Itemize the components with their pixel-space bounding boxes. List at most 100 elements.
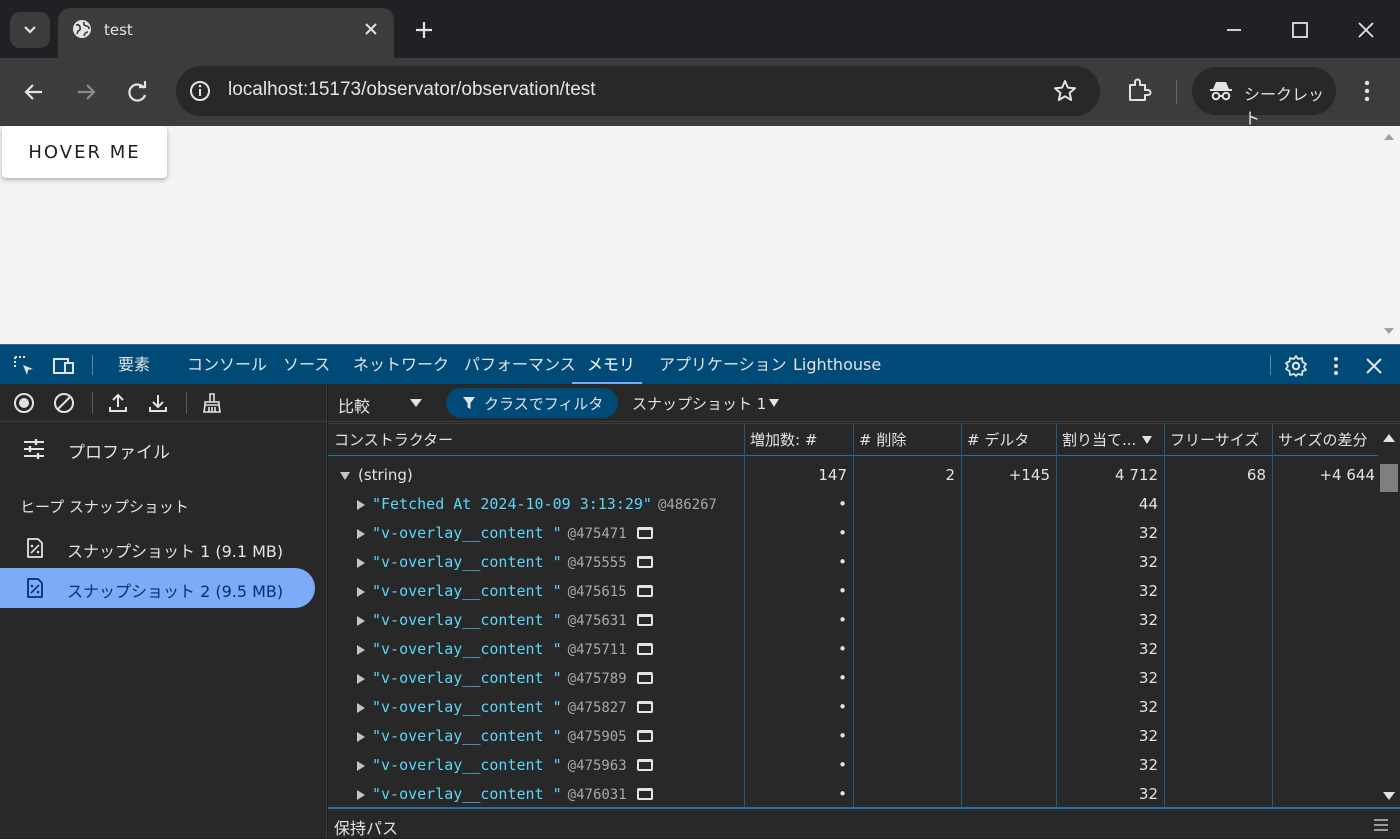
bookmark-star-icon[interactable] — [1052, 78, 1078, 104]
table-row[interactable]: "v-overlay__content " @475711 • 32 — [328, 635, 1378, 664]
scroll-down-arrow-icon[interactable] — [1384, 328, 1394, 334]
back-icon[interactable] — [18, 76, 50, 108]
base-snapshot-label: スナップショット 1 — [632, 395, 767, 413]
chevron-down-icon — [24, 26, 36, 34]
column-deleted-count[interactable]: # 削除 — [853, 424, 961, 456]
table-row[interactable]: "v-overlay__content " @475963 • 32 — [328, 751, 1378, 780]
upload-icon[interactable] — [106, 391, 130, 415]
tab-memory[interactable]: メモリ — [587, 345, 635, 385]
alloc-size-cell: 32 — [1138, 582, 1158, 600]
more-menu-icon[interactable] — [1354, 76, 1380, 106]
new-count-cell: • — [838, 582, 847, 600]
string-literal: "Fetched At 2024-10-09 3:13:29" — [372, 495, 652, 513]
devtools-menu-icon[interactable] — [1324, 354, 1348, 378]
scroll-up-arrow-icon[interactable] — [1384, 134, 1394, 140]
hover-me-button[interactable]: HOVER ME — [2, 126, 167, 178]
incognito-label: シークレット — [1244, 85, 1325, 128]
settings-gear-icon[interactable] — [1284, 354, 1308, 378]
object-id: @476031 — [567, 787, 627, 803]
minimize-icon[interactable] — [1220, 16, 1248, 44]
window-icon — [636, 701, 653, 713]
new-count-cell: • — [838, 669, 847, 687]
column-delta[interactable]: # デルタ — [961, 424, 1056, 456]
table-row[interactable]: "v-overlay__content " @475615 • 32 — [328, 577, 1378, 606]
device-toolbar-icon[interactable] — [52, 354, 76, 378]
tab-elements[interactable]: 要素 — [118, 345, 150, 385]
tab-sources[interactable]: ソース — [283, 345, 330, 385]
forward-icon[interactable] — [70, 76, 102, 108]
garbage-collect-broom-icon[interactable] — [200, 391, 224, 415]
url-text[interactable]: localhost:15173/observator/observation/t… — [228, 79, 596, 101]
close-tab-icon[interactable] — [360, 18, 382, 40]
extensions-icon[interactable] — [1124, 76, 1154, 106]
scrollbar-thumb[interactable] — [1380, 464, 1398, 492]
string-value: "v-overlay__content " @475827 — [372, 693, 653, 722]
scroll-up-arrow-icon[interactable] — [1383, 434, 1395, 442]
table-row[interactable]: "v-overlay__content " @475905 • 32 — [328, 722, 1378, 751]
table-row[interactable]: "v-overlay__content " @476031 • 32 — [328, 780, 1378, 809]
address-bar[interactable]: localhost:15173/observator/observation/t… — [176, 66, 1100, 116]
column-size-delta[interactable]: サイズの差分 — [1272, 424, 1378, 456]
tab-console[interactable]: コンソール — [187, 345, 267, 385]
column-constructor[interactable]: コンストラクター — [328, 424, 744, 456]
column-new-count[interactable]: 増加数: # — [744, 424, 853, 456]
base-snapshot-select[interactable]: スナップショット 1 — [632, 393, 780, 414]
browser-tab[interactable]: test — [58, 8, 394, 58]
close-devtools-icon[interactable] — [1362, 354, 1386, 378]
download-icon[interactable] — [146, 391, 170, 415]
string-value: "v-overlay__content " @475905 — [372, 722, 653, 751]
alloc-size-cell: 32 — [1138, 611, 1158, 629]
string-value: "v-overlay__content " @475963 — [372, 751, 653, 780]
alloc-size-cell: 32 — [1138, 553, 1158, 571]
class-filter-button[interactable]: クラスでフィルタ — [446, 388, 618, 418]
column-alloc-size[interactable]: 割り当て... — [1056, 424, 1164, 456]
object-id: @475471 — [567, 526, 627, 542]
table-row[interactable]: "v-overlay__content " @475555 • 32 — [328, 548, 1378, 577]
table-row[interactable]: "Fetched At 2024-10-09 3:13:29" @486267 • 4… — [328, 490, 1378, 519]
group-row-string[interactable]: (string) 147 2 +145 4 712 68 +4 644 — [328, 461, 1378, 490]
table-row[interactable]: "v-overlay__content " @475631 • 32 — [328, 606, 1378, 635]
alloc-size-cell: 32 — [1138, 727, 1158, 745]
table-row[interactable]: "v-overlay__content " @475789 • 32 — [328, 664, 1378, 693]
object-id: @475615 — [567, 584, 627, 600]
window-icon — [636, 614, 653, 626]
view-mode-dropdown-icon[interactable] — [410, 399, 422, 407]
view-mode-select[interactable]: 比較 — [338, 393, 370, 417]
alloc-size-cell: 32 — [1138, 756, 1158, 774]
scroll-down-arrow-icon[interactable] — [1383, 792, 1395, 800]
new-tab-icon[interactable] — [410, 16, 438, 44]
maximize-icon[interactable] — [1286, 16, 1314, 44]
constructor-cell: "v-overlay__content " @475471 — [328, 519, 744, 548]
incognito-profile-button[interactable]: シークレット — [1192, 67, 1336, 128]
string-literal: "v-overlay__content " — [372, 785, 562, 803]
constructor-cell: "v-overlay__content " @475963 — [328, 751, 744, 780]
snapshot-item-2[interactable]: スナップショット 2 (9.5 MB) — [0, 568, 315, 608]
constructor-cell: "v-overlay__content " @475555 — [328, 548, 744, 577]
hamburger-menu-icon[interactable] — [1374, 819, 1388, 831]
object-id: @475555 — [567, 555, 627, 571]
inspect-element-icon[interactable] — [12, 354, 36, 378]
reload-icon[interactable] — [122, 76, 154, 108]
clear-icon[interactable] — [52, 391, 76, 415]
table-row[interactable]: "v-overlay__content " @475827 • 32 — [328, 693, 1378, 722]
collapse-triangle-icon[interactable] — [340, 472, 350, 480]
string-literal: "v-overlay__content " — [372, 524, 562, 542]
tab-performance[interactable]: パフォーマンス — [464, 345, 576, 385]
globe-icon — [73, 20, 91, 38]
tab-title: test — [104, 21, 133, 39]
tab-search-button[interactable] — [10, 12, 50, 48]
string-value: "v-overlay__content " @475555 — [372, 548, 653, 577]
close-window-icon[interactable] — [1352, 16, 1380, 44]
tab-application[interactable]: アプリケーション — [659, 345, 787, 385]
column-freed-size[interactable]: フリーサイズ — [1164, 424, 1272, 456]
tab-network[interactable]: ネットワーク — [353, 345, 449, 385]
grid-scrollbar[interactable] — [1378, 424, 1400, 808]
table-row[interactable]: "v-overlay__content " @475471 • 32 — [328, 519, 1378, 548]
site-info-icon[interactable] — [188, 79, 212, 103]
record-icon[interactable] — [12, 391, 36, 415]
string-literal: "v-overlay__content " — [372, 756, 562, 774]
window-icon — [636, 730, 653, 742]
snapshot-item-1[interactable]: スナップショット 1 (9.1 MB) — [0, 528, 315, 568]
string-literal: "v-overlay__content " — [372, 582, 562, 600]
tab-lighthouse[interactable]: Lighthouse — [793, 345, 881, 385]
